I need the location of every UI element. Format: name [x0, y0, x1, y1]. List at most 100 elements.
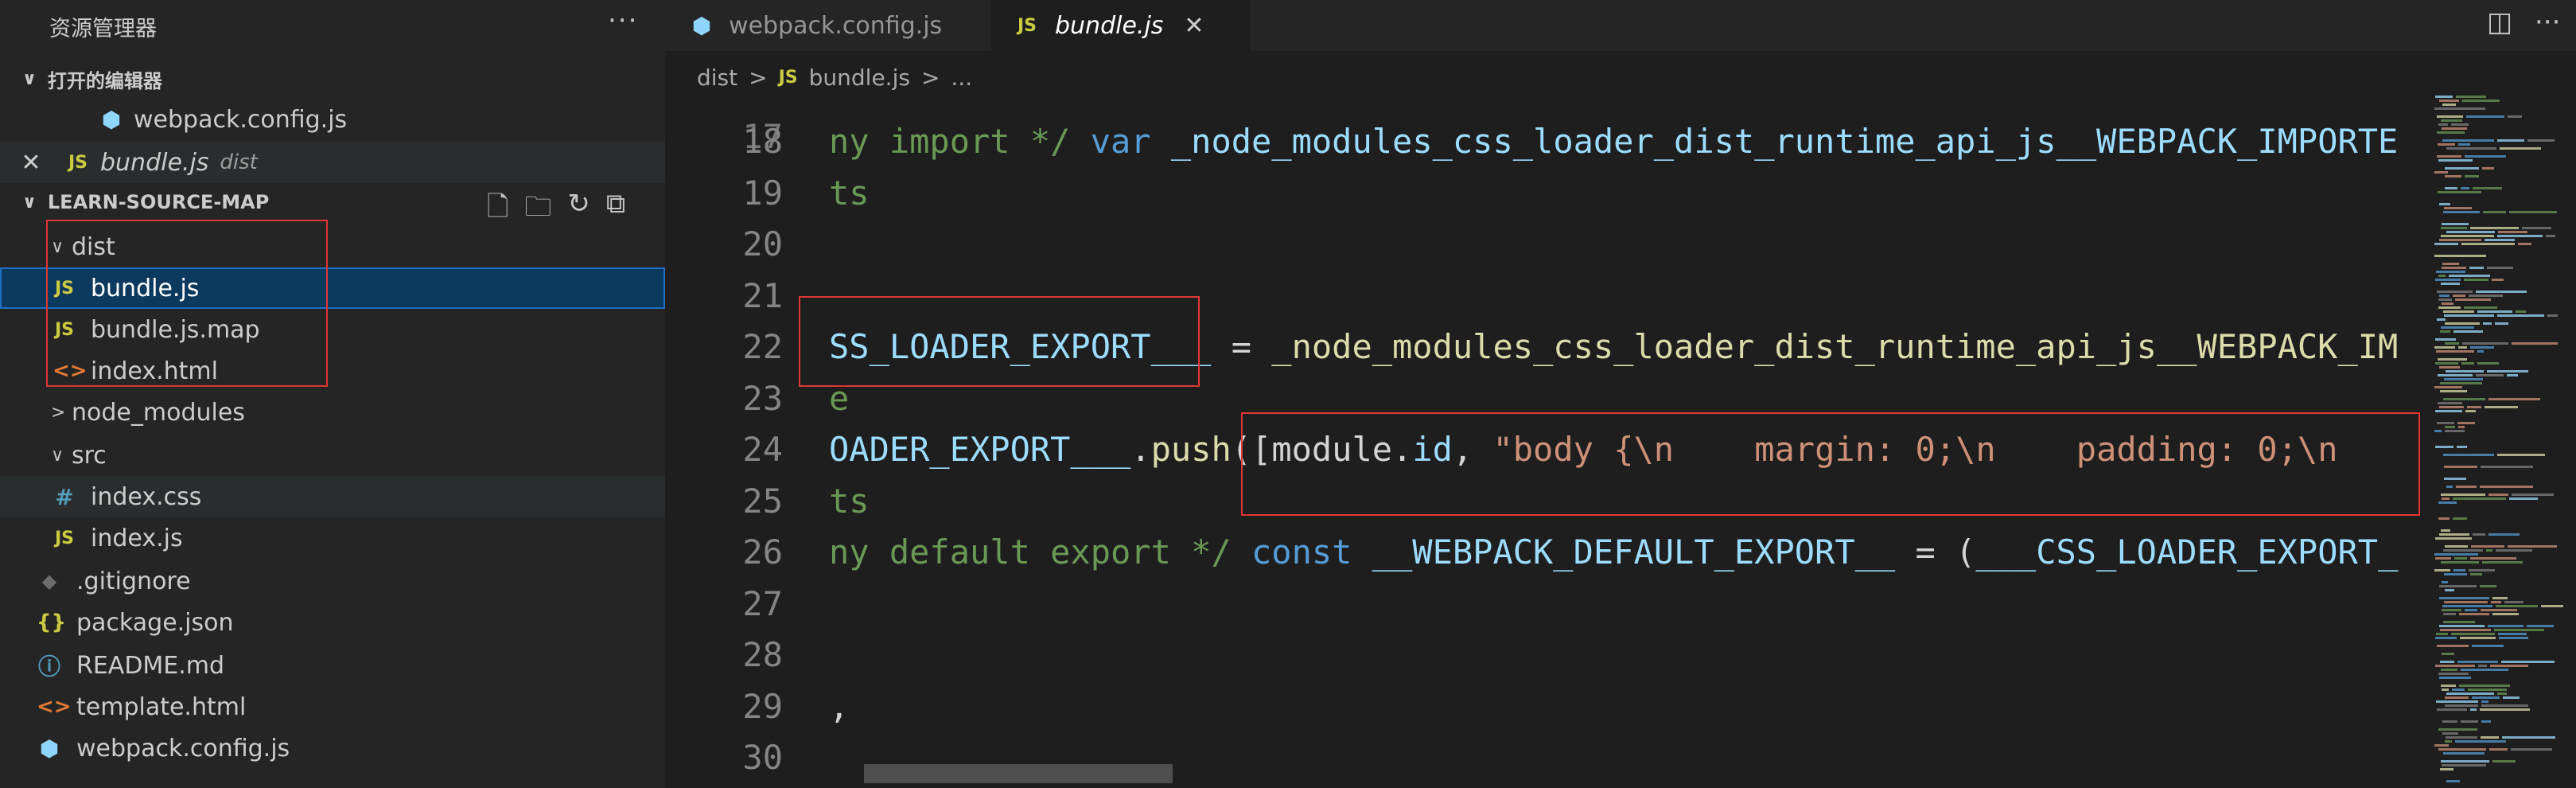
minimap-line — [2471, 545, 2504, 548]
minimap-line — [2453, 295, 2465, 297]
more-actions-icon[interactable]: ··· — [2535, 6, 2560, 38]
minimap-line — [2541, 605, 2563, 607]
minimap-line — [2469, 295, 2503, 297]
minimap-line — [2439, 533, 2469, 536]
minimap-line — [2434, 553, 2478, 556]
minimap-line — [2442, 263, 2459, 265]
minimap-line — [2435, 557, 2451, 560]
minimap-line — [2480, 486, 2533, 488]
open-editor-bundle-js[interactable]: ✕ JS bundle.js dist — [0, 142, 665, 183]
minimap-line — [2446, 147, 2496, 150]
minimap-line — [2437, 115, 2463, 118]
open-editors-header[interactable]: ∨ 打开的编辑器 — [22, 65, 162, 93]
tree-file-readme[interactable]: ⓘ README.md — [0, 645, 665, 686]
minimap-line — [2442, 127, 2467, 130]
minimap-line — [2490, 665, 2528, 667]
tree-file-index-js[interactable]: JS index.js — [0, 517, 665, 559]
minimap-line — [2470, 557, 2516, 560]
minimap-line — [2434, 346, 2455, 349]
close-icon[interactable]: ✕ — [1184, 12, 1204, 40]
minimap-line — [2497, 235, 2543, 237]
minimap-line — [2509, 497, 2538, 500]
minimap-line — [2437, 645, 2469, 647]
minimap-line — [2441, 493, 2485, 496]
code-token: __WEBPACK_DEFAULT_EXPORT__ — [1372, 532, 1896, 571]
code-token: push — [1150, 430, 1232, 469]
minimap-line — [2442, 764, 2486, 767]
minimap-line — [2472, 696, 2500, 699]
tree-folder-node-modules[interactable]: > node_modules — [0, 392, 665, 433]
minimap-line — [2498, 633, 2527, 635]
minimap-line — [2458, 143, 2470, 146]
minimap-line — [2434, 569, 2450, 571]
minimap-line — [2547, 314, 2558, 317]
line-number: 25 — [742, 481, 783, 521]
breadcrumb-item[interactable]: ... — [951, 64, 972, 91]
editor-tab-bar: ⬢ webpack.config.js JS bundle.js ✕ ◫ ··· — [665, 0, 2576, 51]
explorer-title: 资源管理器 — [49, 17, 157, 41]
minimap-line — [2476, 374, 2504, 376]
chevron-right-icon: > — [51, 402, 66, 423]
horizontal-scrollbar[interactable] — [864, 764, 1173, 783]
minimap-line — [2489, 748, 2508, 751]
minimap-line — [2439, 295, 2450, 297]
minimap-line — [2457, 422, 2475, 424]
line-number: 19 — [742, 173, 783, 213]
minimap[interactable] — [2428, 92, 2576, 788]
minimap-line — [2497, 139, 2524, 142]
explorer-more-icon[interactable]: ··· — [608, 5, 638, 37]
line-number: 20 — [742, 224, 783, 263]
code-text: , — [829, 681, 849, 732]
minimap-line — [2453, 330, 2483, 333]
minimap-line — [2495, 322, 2508, 325]
code-token: _node_modules_css_loader_dist_runtime_ap… — [1170, 122, 2399, 161]
tree-file-webpack-config[interactable]: ⬢ webpack.config.js — [0, 728, 665, 769]
minimap-line — [2492, 597, 2508, 599]
minimap-line — [2470, 708, 2477, 711]
tree-folder-src[interactable]: ∨ src — [0, 435, 665, 476]
tree-label: node_modules — [72, 398, 245, 427]
minimap-line — [2439, 677, 2471, 679]
minimap-line — [2508, 545, 2557, 548]
code-line: 19 ts — [665, 168, 2428, 219]
code-token: ___CSS_LOADER_EXPORT_ — [1975, 532, 2399, 571]
minimap-line — [2442, 267, 2466, 269]
minimap-line — [2456, 96, 2486, 98]
tree-file-template-html[interactable]: <> template.html — [0, 686, 665, 728]
close-icon[interactable]: ✕ — [0, 149, 62, 177]
chevron-right-icon: > — [749, 64, 768, 91]
tab-webpack-config[interactable]: ⬢ webpack.config.js — [689, 0, 991, 51]
project-header[interactable]: ∨ LEARN-SOURCE-MAP — [22, 191, 269, 213]
tree-file-index-css[interactable]: # index.css — [0, 476, 665, 517]
minimap-line — [2435, 279, 2461, 281]
minimap-line — [2445, 704, 2478, 707]
minimap-line — [2499, 637, 2528, 639]
breadcrumb-item[interactable]: dist — [697, 64, 737, 91]
open-editor-label: bundle.js — [100, 148, 209, 177]
minimap-line — [2527, 139, 2555, 142]
minimap-line — [2453, 497, 2506, 500]
minimap-line — [2453, 517, 2467, 520]
code-token: ts — [829, 481, 870, 521]
minimap-line — [2442, 103, 2456, 106]
minimap-line — [2437, 422, 2454, 424]
breadcrumb-item[interactable]: bundle.js — [809, 64, 910, 91]
minimap-line — [2440, 768, 2453, 770]
minimap-line — [2438, 501, 2457, 504]
tab-bundle-js[interactable]: JS bundle.js ✕ — [991, 0, 1251, 51]
line-number: 21 — [742, 275, 783, 315]
open-editor-webpack-config[interactable]: ⬢ webpack.config.js — [0, 99, 665, 140]
minimap-line — [2504, 601, 2523, 603]
minimap-line — [2461, 243, 2515, 245]
minimap-line — [2441, 529, 2450, 532]
tree-file-package-json[interactable]: {} package.json — [0, 602, 665, 643]
minimap-line — [2445, 430, 2465, 432]
minimap-line — [2438, 748, 2486, 751]
split-editor-icon[interactable]: ◫ — [2487, 6, 2512, 38]
tree-file-gitignore[interactable]: ◆ .gitignore — [0, 560, 665, 602]
js-file-icon: JS — [1017, 15, 1037, 36]
line-number: 24 — [742, 430, 783, 469]
minimap-line — [2481, 700, 2488, 703]
minimap-line — [2435, 338, 2456, 341]
minimap-line — [2438, 673, 2469, 675]
